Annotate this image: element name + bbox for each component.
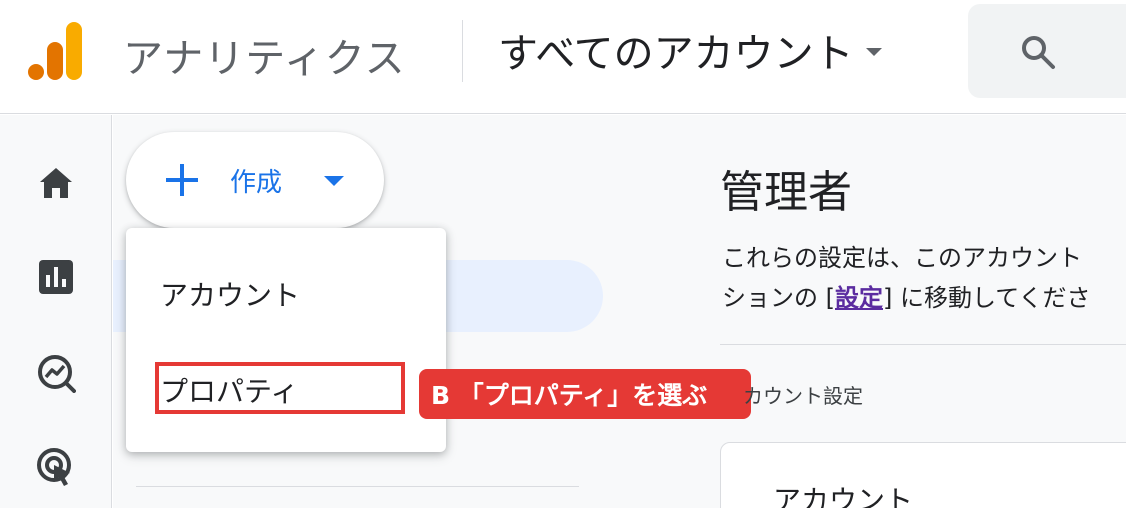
create-dropdown-menu: アカウント プロパティ [126, 228, 446, 452]
page-title: 管理者 [720, 167, 852, 218]
admin-description: これらの設定は、このアカウント ションの [設定] に移動してくださ [722, 238, 1091, 318]
plus-icon [166, 164, 198, 196]
explore-icon[interactable] [36, 353, 76, 393]
section-divider [720, 344, 1126, 345]
create-label: 作成 [230, 168, 283, 198]
account-picker-label: すべてのアカウント [498, 31, 854, 77]
menu-item-account[interactable]: アカウント [126, 260, 446, 320]
search-bar[interactable]: 「 [968, 4, 1126, 98]
admin-description-line1: これらの設定は、このアカウント [722, 244, 1082, 272]
header-divider [462, 20, 463, 82]
search-placeholder: 「 [1116, 34, 1126, 69]
settings-link[interactable]: 設定 [835, 284, 883, 312]
account-settings-card[interactable]: アカウント [720, 442, 1126, 508]
left-panel-divider [136, 486, 579, 487]
admin-description-line2: ションの [設定] に移動してくださ [722, 278, 1091, 318]
top-header: アナリティクス すべてのアカウント 「 [0, 0, 1126, 114]
menu-item-label: アカウント [160, 279, 301, 312]
create-button[interactable]: 作成 [126, 132, 384, 228]
nav-rail [0, 115, 112, 508]
home-icon[interactable] [36, 163, 76, 203]
account-picker[interactable]: すべてのアカウント [498, 22, 882, 78]
search-icon [1022, 36, 1055, 69]
annotation-highlight-box [155, 362, 405, 414]
analytics-logo[interactable] [28, 22, 84, 82]
reports-icon[interactable] [36, 257, 76, 297]
desc-text-pre: ションの [ [722, 284, 835, 312]
product-name: アナリティクス [123, 36, 406, 82]
chevron-down-icon [324, 176, 344, 186]
annotation-callout: B 「プロパティ」を選ぶ [419, 369, 751, 419]
account-card-label: アカウント [773, 484, 914, 508]
account-settings-heading: カウント設定 [743, 384, 863, 408]
advertising-icon[interactable] [36, 447, 76, 487]
desc-text-post: ] に移動してくださ [883, 284, 1091, 312]
chevron-down-icon [865, 48, 882, 56]
